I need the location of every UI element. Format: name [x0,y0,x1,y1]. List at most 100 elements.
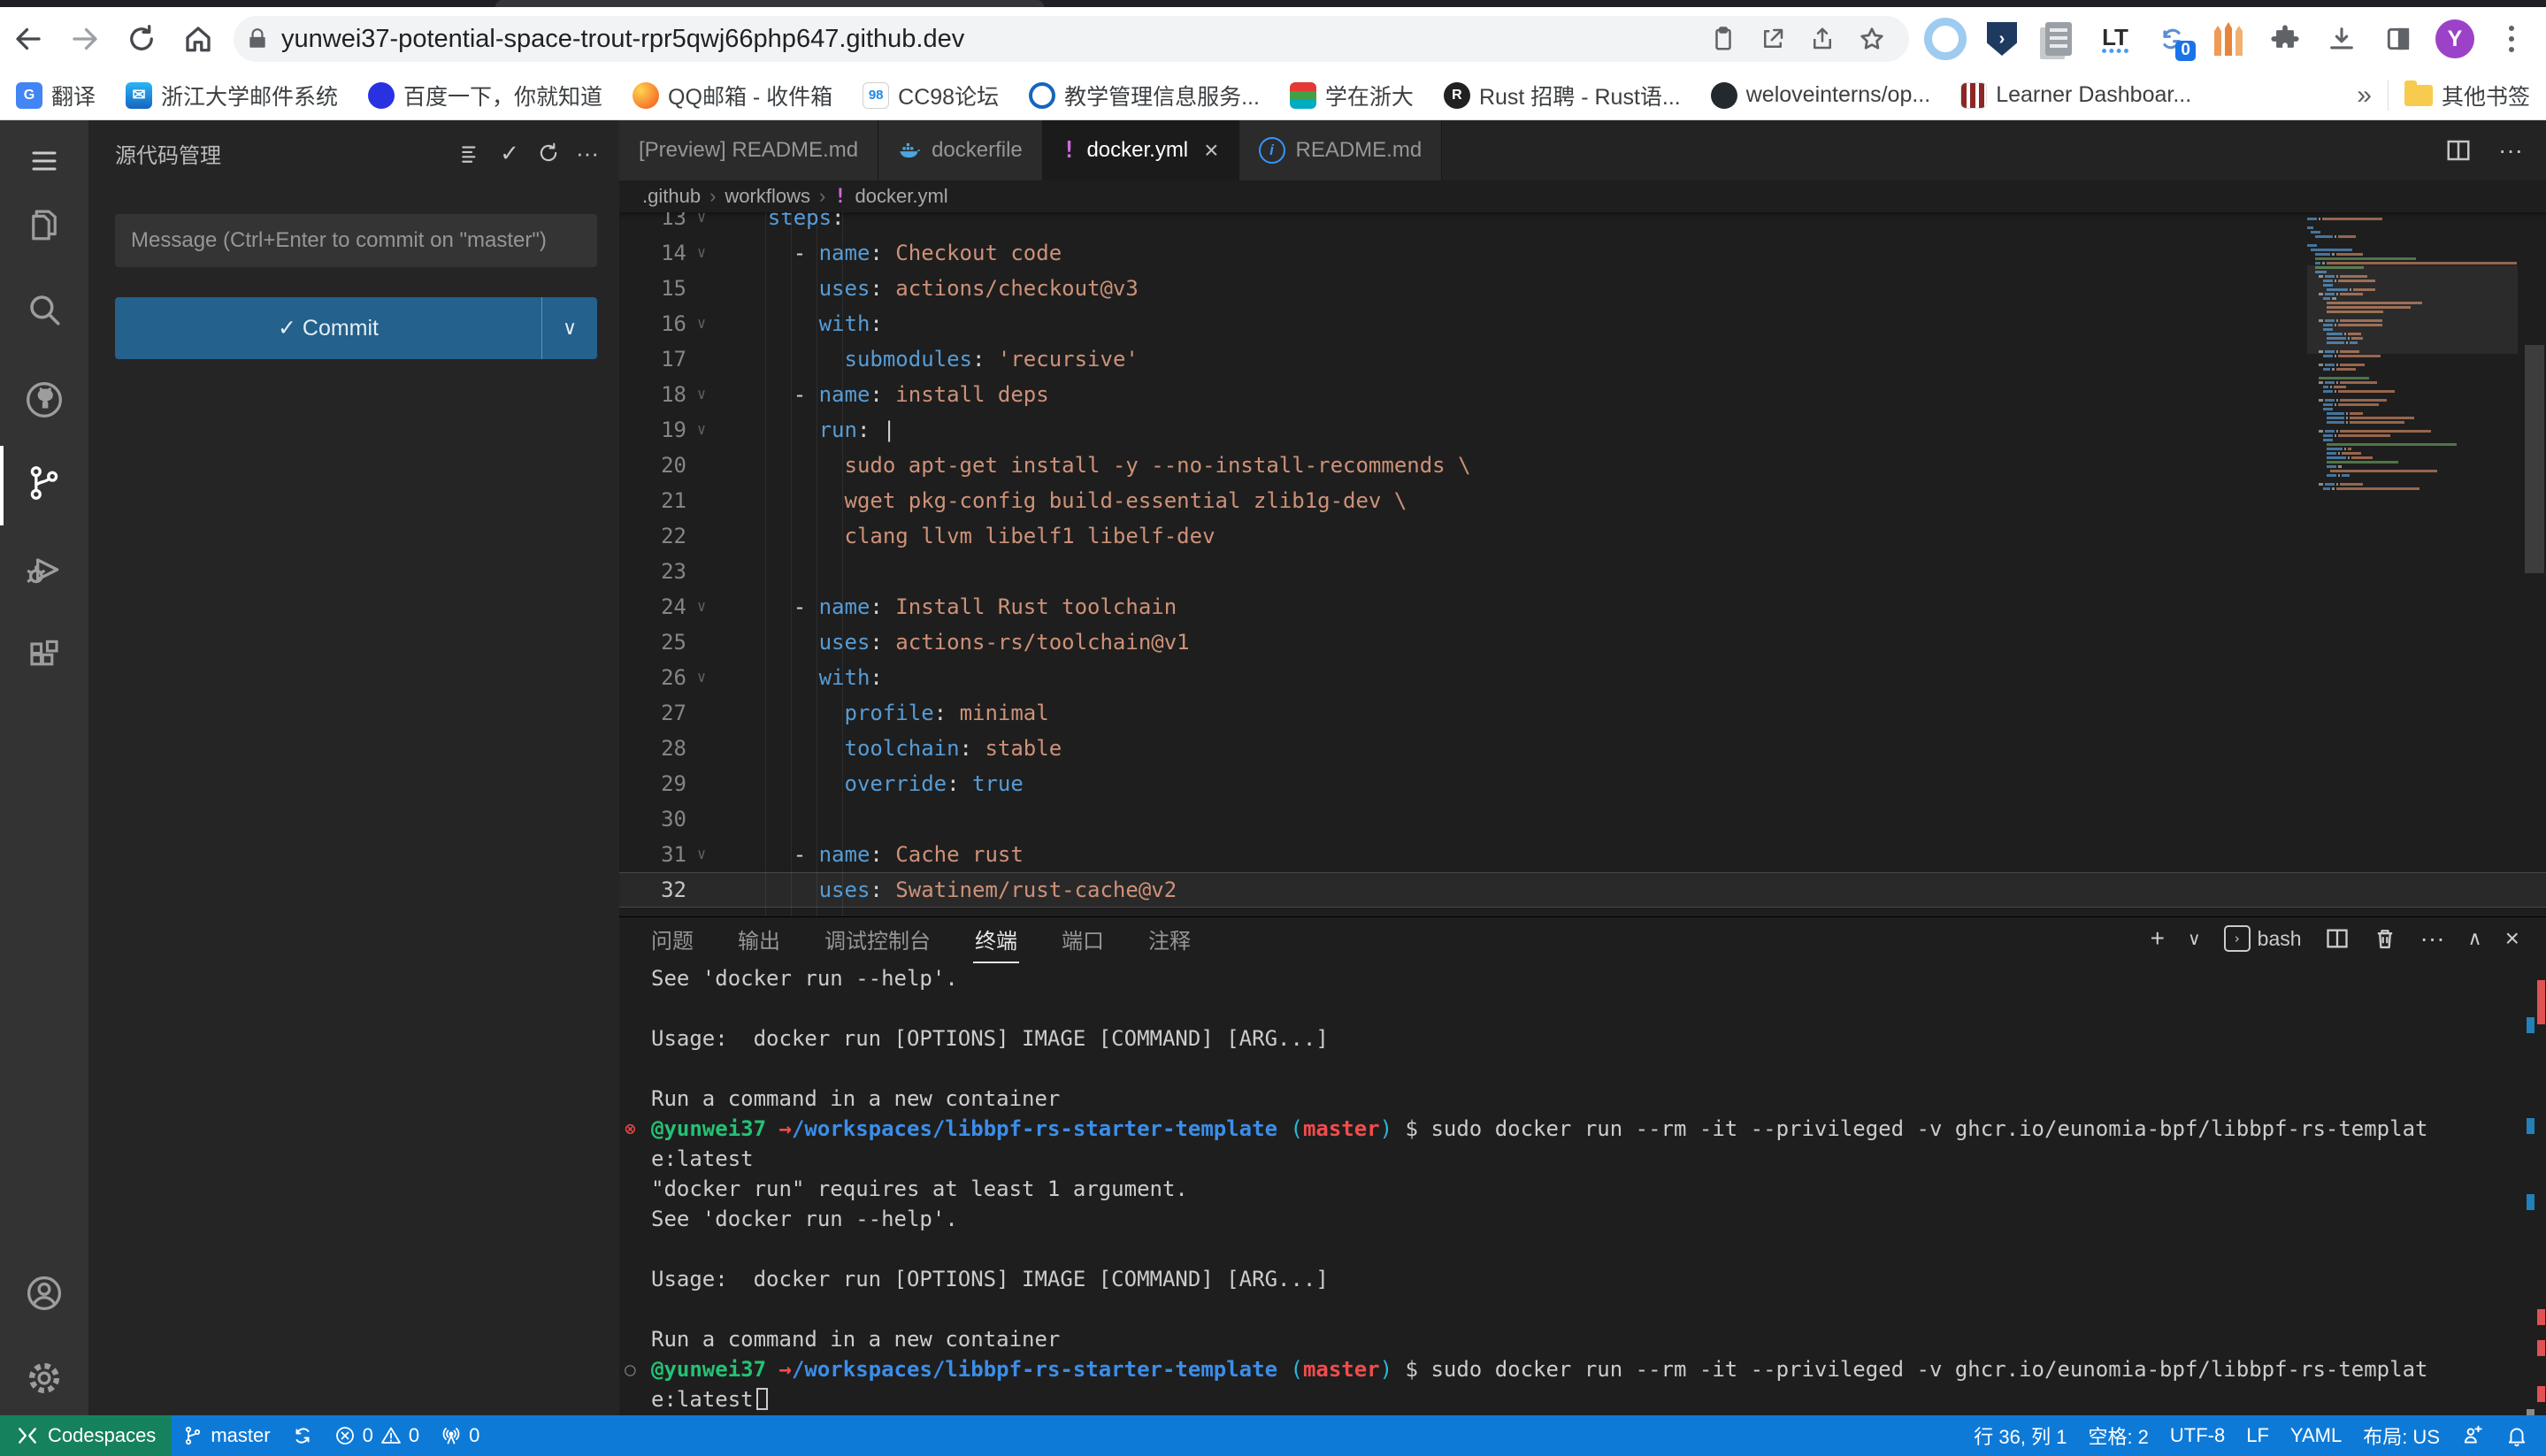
editor-more-actions-icon[interactable]: ··· [2498,136,2523,165]
fold-chevron-icon[interactable]: ∨ [686,412,717,448]
back-button[interactable] [0,14,57,64]
panel-tab-0[interactable]: 问题 [649,918,695,960]
commit-check-icon[interactable]: ✓ [490,140,529,167]
pencils-extension-icon[interactable] [2205,15,2252,63]
cursor-position[interactable]: 行 36, 列 1 [1963,1422,2077,1450]
bookmark-item[interactable]: G翻译 [16,80,96,111]
terminal-shell-item[interactable]: › bash [2224,925,2302,952]
terminal[interactable]: See 'docker run --help'.Usage: docker ru… [625,963,2516,1413]
share-icon[interactable] [1798,18,1847,60]
bookmark-item[interactable]: RRust 招聘 - Rust语... [1444,80,1681,111]
fold-chevron-icon[interactable]: ∨ [686,660,717,695]
fold-chevron-icon[interactable]: ∨ [686,837,717,872]
panel-tab-4[interactable]: 端口 [1060,918,1106,960]
shield-extension-icon[interactable]: › [1978,15,2026,63]
explorer-icon[interactable] [0,198,88,251]
run-debug-icon[interactable] [0,543,88,596]
browser-tab-hint[interactable] [495,0,1044,7]
bookmark-item[interactable]: 98CC98论坛 [863,80,999,111]
ring-extension-icon[interactable] [1921,15,1969,63]
url-text[interactable]: yunwei37-potential-space-trout-rpr5qwj66… [281,25,1699,54]
more-actions-icon[interactable]: ··· [568,140,607,167]
eol-sequence[interactable]: LF [2235,1424,2280,1447]
commit-button[interactable]: ✓ Commit ∨ [115,297,597,359]
bookmarks-overflow-chevron[interactable]: » [2357,80,2372,111]
panel-tab-5[interactable]: 注释 [1146,918,1192,960]
downloads-icon[interactable] [2318,15,2366,63]
settings-gear-icon[interactable] [0,1352,88,1405]
source-control-icon[interactable] [0,456,88,510]
editor-tab-1[interactable]: dockerfile [878,120,1043,180]
remote-indicator[interactable]: Codespaces [0,1415,172,1456]
github-icon[interactable] [0,373,88,426]
editor-tab-0[interactable]: [Preview] README.md [619,120,878,180]
terminal-dropdown-chevron[interactable]: ∨ [2188,928,2201,950]
bookmark-item[interactable]: ✉浙江大学邮件系统 [126,80,338,111]
extensions-icon[interactable] [0,630,88,683]
code-editor[interactable]: 13∨ steps:14∨ - name: Checkout code15 us… [619,212,2546,916]
feedback-icon[interactable] [2450,1424,2495,1447]
breadcrumb-item[interactable]: docker.yml [855,185,948,208]
panel-more-actions-icon[interactable]: ··· [2420,924,2445,953]
clipboard-icon[interactable] [1699,18,1748,60]
split-terminal-icon[interactable] [2325,926,2350,951]
commit-dropdown-chevron[interactable]: ∨ [541,297,597,359]
fold-chevron-icon[interactable]: ∨ [686,306,717,341]
language-mode[interactable]: YAML [2280,1424,2352,1447]
bookmark-item[interactable]: 教学管理信息服务... [1029,80,1260,111]
close-tab-icon[interactable]: × [1204,136,1218,165]
breadcrumb-item[interactable]: workflows [725,185,810,208]
menu-hamburger-icon[interactable] [0,134,88,188]
languagetool-icon[interactable]: LT [2091,15,2139,63]
maximize-panel-chevron[interactable]: ∧ [2468,927,2482,950]
editor-tab-3[interactable]: iREADME.md [1239,120,1443,180]
fold-chevron-icon[interactable]: ∨ [686,212,717,235]
minimap[interactable] [2307,218,2518,492]
keyboard-layout[interactable]: 布局: US [2352,1422,2450,1450]
puzzle-extensions-icon[interactable] [2261,15,2309,63]
fold-chevron-icon[interactable]: ∨ [686,235,717,271]
breadcrumb-item[interactable]: .github [642,185,701,208]
bookmark-item[interactable]: QQ邮箱 - 收件箱 [633,80,832,111]
bookmark-star-icon[interactable] [1847,18,1897,60]
close-panel-icon[interactable]: × [2505,924,2519,953]
commit-message-input[interactable] [115,214,597,267]
account-icon[interactable] [0,1267,88,1320]
editor-tab-2[interactable]: !docker.yml× [1043,120,1239,180]
profile-avatar[interactable]: Y [2431,15,2479,63]
indentation[interactable]: 空格: 2 [2077,1422,2159,1450]
bookmark-item[interactable]: 学在浙大 [1290,80,1414,111]
fold-chevron-icon[interactable]: ∨ [686,377,717,412]
refresh-icon[interactable] [529,142,568,165]
home-button[interactable] [170,14,226,64]
forward-button[interactable] [57,14,113,64]
encoding[interactable]: UTF-8 [2159,1424,2235,1447]
open-in-new-icon[interactable] [1748,18,1798,60]
bookmark-item[interactable]: 百度一下，你就知道 [368,80,602,111]
new-terminal-icon[interactable]: + [2151,924,2165,953]
sync-button[interactable] [281,1415,324,1456]
editor-scrollbar-thumb[interactable] [2525,345,2544,573]
address-bar[interactable]: yunwei37-potential-space-trout-rpr5qwj66… [234,16,1909,62]
bookmark-item[interactable]: weloveinterns/op... [1711,82,1930,109]
minimap-slider[interactable] [2307,265,2518,354]
split-editor-icon[interactable] [2445,137,2472,164]
panel-tab-2[interactable]: 调试控制台 [823,918,932,960]
kill-terminal-icon[interactable] [2373,926,2397,951]
branch-indicator[interactable]: master [172,1415,280,1456]
fold-chevron-icon[interactable]: ∨ [686,589,717,625]
notifications-bell-icon[interactable] [2495,1424,2546,1447]
problems-indicator[interactable]: 0 0 [324,1415,431,1456]
bookmark-item[interactable]: Learner Dashboar... [1960,82,2191,109]
browser-menu-icon[interactable] [2488,15,2535,63]
notes-extension-icon[interactable] [2035,15,2082,63]
view-as-list-icon[interactable] [451,142,490,165]
ports-indicator[interactable]: 0 [430,1415,490,1456]
side-panel-icon[interactable] [2374,15,2422,63]
panel-tab-3[interactable]: 终端 [973,918,1019,960]
reload-button[interactable] [113,14,170,64]
panel-tab-1[interactable]: 输出 [736,918,782,960]
search-icon[interactable] [0,283,88,336]
sync-extension-icon[interactable]: 0 [2148,15,2196,63]
other-bookmarks-folder[interactable]: 其他书签 [2404,80,2530,111]
